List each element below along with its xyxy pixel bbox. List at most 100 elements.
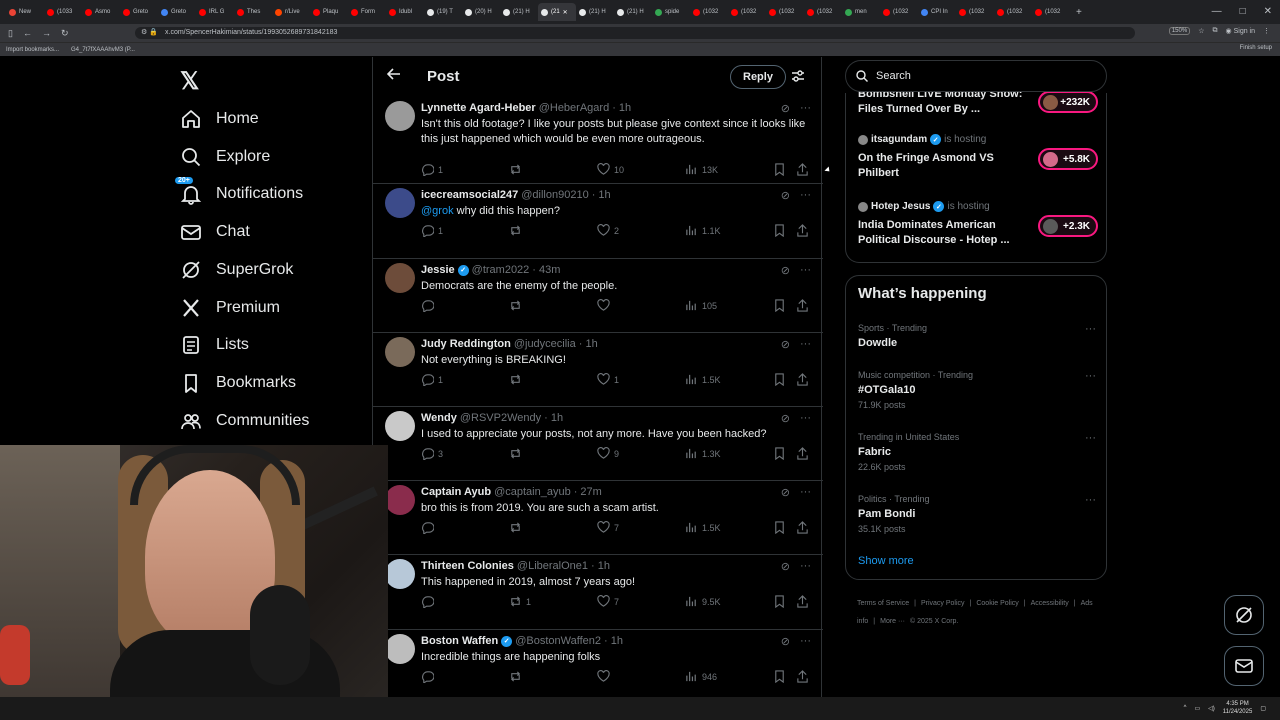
finish-setup-button[interactable]: Finish setup — [1240, 45, 1272, 51]
author-name[interactable]: Judy Reddington — [421, 338, 511, 350]
bookmark-image[interactable]: G4_7t7fXAAAhvM3 (P... — [71, 47, 135, 53]
views-button[interactable]: 1.3K — [685, 447, 721, 460]
bookmark-import[interactable]: Import bookmarks... — [6, 47, 59, 53]
views-button[interactable]: 13K — [685, 163, 718, 176]
share-button[interactable] — [796, 163, 809, 176]
nav-item-explore[interactable]: Explore — [180, 142, 270, 172]
star-icon[interactable]: ☆ — [1198, 27, 1204, 35]
browser-tab[interactable]: Idubl — [386, 3, 424, 21]
footer-link[interactable]: Accessibility — [1031, 600, 1069, 607]
more-options-icon[interactable]: ··· — [1085, 323, 1096, 335]
browser-tab[interactable]: (1032 — [690, 3, 728, 21]
browser-tab[interactable]: (21) H — [500, 3, 538, 21]
grok-icon[interactable]: ⊘ — [781, 338, 790, 351]
browser-tab[interactable]: spide — [652, 3, 690, 21]
reply-tweet[interactable]: Lynnette Agard-Heber @HeberAgard · 1h ⊘ ··· I… — [373, 97, 823, 184]
sign-in-button[interactable]: ◉ Sign in — [1225, 27, 1255, 36]
share-button[interactable] — [796, 373, 809, 386]
browser-tab[interactable]: (19) T — [424, 3, 462, 21]
browser-forward-icon[interactable]: → — [42, 28, 51, 39]
tweet-time[interactable]: · 1h — [604, 635, 623, 647]
more-options-icon[interactable]: ··· — [1085, 494, 1096, 506]
browser-tab[interactable]: Thes — [234, 3, 272, 21]
trend-item[interactable]: Music competition · Trending #OTGala10 71.… — [858, 370, 1096, 410]
browser-tab[interactable]: (1032 — [728, 3, 766, 21]
grok-icon[interactable]: ⊘ — [781, 412, 790, 425]
share-button[interactable] — [796, 595, 809, 608]
more-options-icon[interactable]: ··· — [800, 486, 811, 499]
reply-tweet[interactable]: Thirteen Colonies @LiberalOne1 · 1h ⊘ ··· Thi… — [373, 555, 823, 630]
avatar[interactable] — [385, 559, 415, 589]
author-handle[interactable]: @HeberAgard — [539, 102, 609, 114]
x-logo[interactable]: 𝕏 — [180, 67, 199, 96]
avatar[interactable] — [385, 188, 415, 218]
author-handle[interactable]: @judycecilia — [514, 338, 576, 350]
trend-item[interactable]: Trending in United States Fabric 22.6K pos… — [858, 432, 1096, 472]
space-listener-pill[interactable]: +5.8K — [1038, 148, 1098, 170]
grok-icon[interactable]: ⊘ — [781, 189, 790, 202]
more-options-icon[interactable]: ··· — [800, 412, 811, 425]
new-tab-button[interactable]: + — [1076, 7, 1082, 18]
live-space[interactable]: Hotep Jesus ✓ is hosting India Dominates Am… — [858, 201, 1098, 248]
browser-tab[interactable]: New — [6, 3, 44, 21]
space-listener-pill[interactable]: +2.3K — [1038, 215, 1098, 237]
views-button[interactable]: 1.5K — [685, 521, 721, 534]
reply-button[interactable] — [421, 521, 438, 534]
more-options-icon[interactable]: ··· — [800, 102, 811, 115]
reply-button[interactable] — [421, 595, 438, 608]
sidebar-toggle-icon[interactable]: ▯ — [8, 28, 13, 39]
reply-settings-icon[interactable] — [791, 69, 805, 83]
repost-button[interactable]: 1 — [509, 595, 531, 608]
author-handle[interactable]: @dillon90210 — [521, 189, 588, 201]
nav-item-lists[interactable]: Lists — [180, 330, 249, 360]
browser-tab[interactable]: (21) H — [576, 3, 614, 21]
like-button[interactable]: 2 — [597, 224, 619, 237]
browser-tab[interactable]: (1032 — [766, 3, 804, 21]
reply-tweet[interactable]: icecreamsocial247 @dillon90210 · 1h ⊘ ··· @gr… — [373, 184, 823, 259]
views-button[interactable]: 1.1K — [685, 224, 721, 237]
more-options-icon[interactable]: ··· — [800, 635, 811, 648]
bookmark-button[interactable] — [773, 447, 786, 460]
more-options-icon[interactable]: ··· — [800, 189, 811, 202]
space-listener-pill[interactable]: +232K — [1038, 91, 1098, 113]
grok-icon[interactable]: ⊘ — [781, 635, 790, 648]
like-button[interactable]: 7 — [597, 595, 619, 608]
repost-button[interactable] — [509, 299, 526, 312]
clock[interactable]: 4:35 PM 11/24/2025 — [1223, 700, 1253, 716]
notification-center-icon[interactable]: ▢ — [1260, 705, 1266, 712]
like-button[interactable]: 1 — [597, 373, 619, 386]
zoom-indicator[interactable]: 150% — [1168, 27, 1191, 35]
browser-tab[interactable]: (1032 — [956, 3, 994, 21]
footer-link[interactable]: © 2025 X Corp. — [910, 618, 958, 625]
repost-button[interactable] — [509, 163, 526, 176]
volume-icon[interactable]: ◁) — [1208, 705, 1215, 712]
browser-tab[interactable]: Greto — [158, 3, 196, 21]
grok-icon[interactable]: ⊘ — [781, 486, 790, 499]
browser-tab[interactable]: (1032 — [994, 3, 1032, 21]
reply-button[interactable]: 1 — [421, 163, 443, 176]
trend-item[interactable]: Sports · Trending Dowdle ··· — [858, 323, 1096, 349]
tweet-time[interactable]: · 27m — [574, 486, 602, 498]
share-button[interactable] — [796, 521, 809, 534]
bookmark-button[interactable] — [773, 670, 786, 683]
reply-tweet[interactable]: Judy Reddington @judycecilia · 1h ⊘ ··· Not e… — [373, 333, 823, 407]
bookmark-button[interactable] — [773, 595, 786, 608]
author-name[interactable]: Thirteen Colonies — [421, 560, 514, 572]
network-icon[interactable]: ▭ — [1194, 705, 1200, 712]
avatar[interactable] — [385, 337, 415, 367]
author-name[interactable]: Lynnette Agard-Heber — [421, 102, 536, 114]
author-handle[interactable]: @LiberalOne1 — [517, 560, 588, 572]
author-name[interactable]: Wendy — [421, 412, 457, 424]
footer-link[interactable]: Cookie Policy — [976, 600, 1018, 607]
share-button[interactable] — [796, 447, 809, 460]
reply-tweet[interactable]: Boston Waffen ✓ @BostonWaffen2 · 1h ⊘ ··· Incr… — [373, 630, 823, 697]
avatar[interactable] — [385, 101, 415, 131]
close-tab-icon[interactable]: ✕ — [563, 9, 568, 16]
close-window-icon[interactable]: ✕ — [1264, 6, 1272, 17]
bookmark-button[interactable] — [773, 224, 786, 237]
like-button[interactable]: 10 — [597, 163, 624, 176]
tweet-time[interactable]: · 1h — [579, 338, 598, 350]
reply-button[interactable]: 1 — [421, 373, 443, 386]
nav-item-home[interactable]: Home — [180, 104, 259, 134]
repost-button[interactable] — [509, 224, 526, 237]
